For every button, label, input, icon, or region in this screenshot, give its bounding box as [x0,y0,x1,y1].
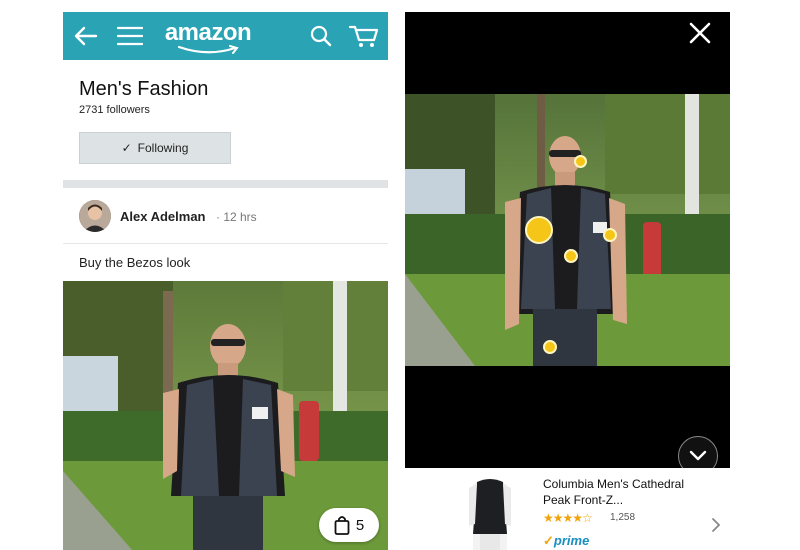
checkmark-icon: ✓ [121,141,132,155]
chevron-right-icon[interactable] [709,516,723,534]
back-arrow-icon[interactable] [71,12,101,60]
prime-badge: ✓prime [543,533,589,549]
review-count: 1,258 [610,512,636,523]
hotspot-sunglasses[interactable] [574,155,587,168]
hotspot-vest[interactable] [525,216,553,244]
product-image [465,474,515,550]
following-button-label: Following [137,141,189,155]
shop-items-count: 5 [355,516,365,534]
product-title: Columbia Men's Cathedral Peak Front-Z... [543,477,685,507]
post-header-divider [63,243,388,244]
hotspot-shirt[interactable] [564,249,578,263]
hotspot-badge[interactable] [603,228,617,242]
hotspot-pants[interactable] [543,340,557,354]
star-rating: ★★★★☆ [543,511,593,525]
following-button[interactable]: ✓ Following [79,132,231,164]
screenshot-stage: amazon Men's Fashion 2731 followers ✓ Fo… [0,0,800,550]
search-icon[interactable] [307,12,335,60]
logo-smile-icon [177,45,239,54]
checkmark-icon: ✓ [543,533,554,548]
product-card[interactable]: Columbia Men's Cathedral Peak Front-Z...… [405,468,730,550]
section-divider [63,180,388,188]
post-author[interactable]: Alex Adelman [120,209,206,224]
amazon-logo[interactable]: amazon [163,12,253,60]
top-nav-bar: amazon [63,12,388,60]
product-viewer-screen: Columbia Men's Cathedral Peak Front-Z...… [405,12,730,550]
close-icon[interactable] [685,18,715,48]
feed-screen: amazon Men's Fashion 2731 followers ✓ Fo… [63,12,388,550]
hamburger-menu-icon[interactable] [115,12,145,60]
cart-icon[interactable] [347,12,381,60]
chevron-down-icon [689,450,707,461]
logo-wordmark: amazon [164,19,252,46]
shopping-bag-icon [334,516,350,535]
avatar[interactable] [79,200,111,232]
follower-count: 2731 followers [79,104,150,116]
shop-items-button[interactable]: 5 [319,508,379,542]
zoomed-photo [405,94,730,366]
post-caption: Buy the Bezos look [79,255,191,270]
post-time: · 12 hrs [216,210,257,224]
prime-label: prime [553,533,590,548]
page-title: Men's Fashion [79,78,209,100]
